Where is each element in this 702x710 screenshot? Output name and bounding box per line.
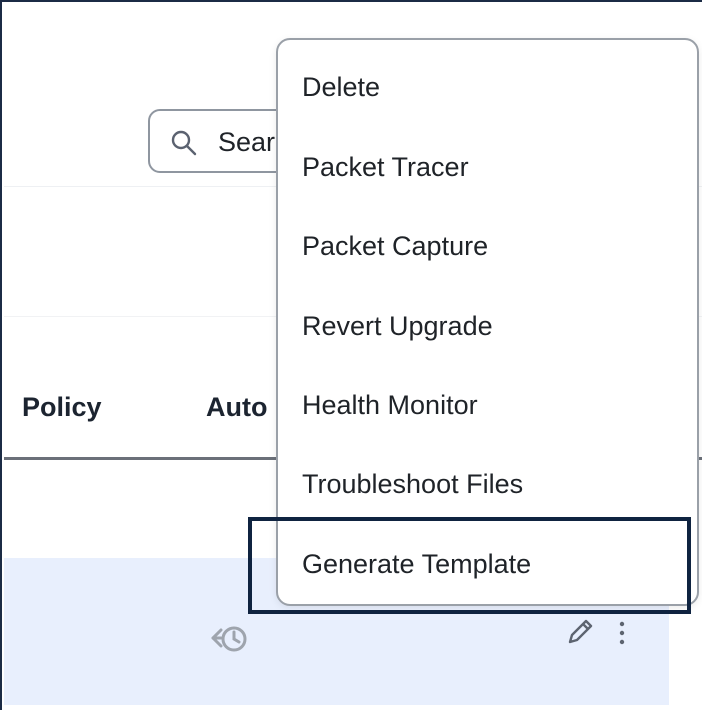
history-icon[interactable] <box>205 618 253 658</box>
menu-item-generate-template[interactable]: Generate Template <box>302 549 531 580</box>
menu-item-health-monitor[interactable]: Health Monitor <box>302 390 478 421</box>
column-header-policy[interactable]: Policy <box>22 392 102 423</box>
search-icon <box>170 129 198 157</box>
menu-item-packet-capture[interactable]: Packet Capture <box>302 231 488 262</box>
more-vertical-icon[interactable] <box>610 616 634 648</box>
app-frame: Sear Policy Auto Delete Packet Tracer Pa… <box>0 0 702 710</box>
menu-item-revert-upgrade[interactable]: Revert Upgrade <box>302 311 493 342</box>
menu-item-troubleshoot-files[interactable]: Troubleshoot Files <box>302 469 523 500</box>
actions-menu: Delete Packet Tracer Packet Capture Reve… <box>276 38 699 606</box>
menu-item-packet-tracer[interactable]: Packet Tracer <box>302 152 469 183</box>
menu-item-delete[interactable]: Delete <box>302 72 380 103</box>
search-input-value: Sear <box>218 127 276 157</box>
edit-icon[interactable] <box>564 616 596 648</box>
column-header-auto[interactable]: Auto <box>206 392 267 423</box>
